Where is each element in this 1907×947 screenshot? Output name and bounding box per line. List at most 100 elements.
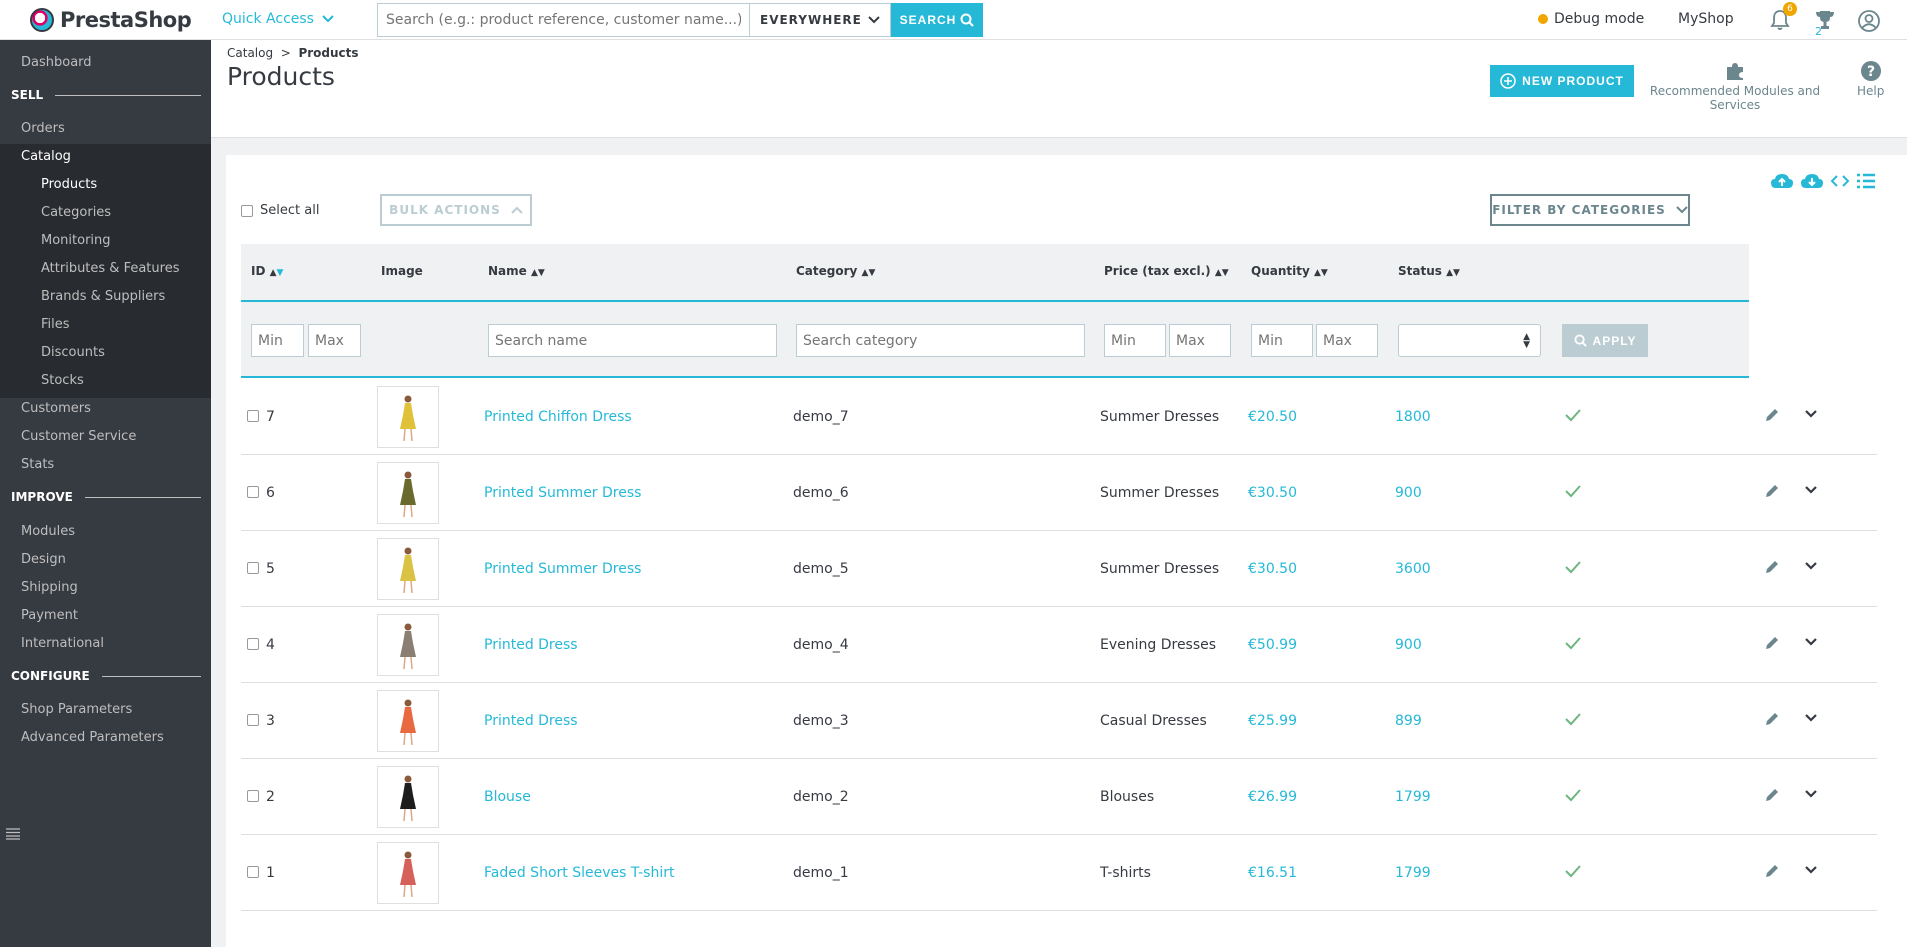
select-all-checkbox[interactable]	[241, 204, 253, 217]
sidebar-item-shipping[interactable]: Shipping	[21, 580, 78, 595]
product-thumbnail[interactable]	[377, 538, 439, 600]
product-name-link[interactable]: Blouse	[484, 789, 531, 805]
bulk-actions-button[interactable]: BULK ACTIONS	[380, 194, 532, 226]
price-max-input[interactable]	[1169, 324, 1231, 357]
status-enabled-icon[interactable]	[1563, 861, 1583, 881]
code-icon[interactable]	[1830, 172, 1850, 190]
product-price[interactable]: €30.50	[1248, 561, 1297, 577]
product-thumbnail[interactable]	[377, 386, 439, 448]
product-price[interactable]: €26.99	[1248, 789, 1297, 805]
sidebar-subitem-attributes[interactable]: Attributes & Features	[41, 261, 179, 276]
status-filter-select[interactable]: ▲ ▼	[1398, 324, 1541, 357]
sort-icon[interactable]: ▲▼	[862, 268, 876, 278]
search-scope-select[interactable]: EVERYWHERE	[749, 3, 891, 37]
edit-pencil-icon[interactable]	[1764, 483, 1780, 499]
search-button[interactable]: SEARCH	[891, 3, 983, 37]
edit-pencil-icon[interactable]	[1764, 407, 1780, 423]
sidebar-item-customer-service[interactable]: Customer Service	[21, 429, 136, 444]
sidebar-subitem-stocks[interactable]: Stocks	[41, 373, 84, 388]
product-thumbnail[interactable]	[377, 766, 439, 828]
chevron-down-icon[interactable]	[1804, 561, 1818, 571]
new-product-button[interactable]: NEW PRODUCT	[1490, 65, 1634, 97]
column-category[interactable]: Category ▲▼	[796, 264, 875, 278]
sort-icon[interactable]: ▲▼	[1215, 268, 1229, 278]
row-checkbox[interactable]	[247, 410, 259, 422]
product-quantity[interactable]: 899	[1395, 713, 1422, 729]
product-thumbnail[interactable]	[377, 462, 439, 524]
column-id[interactable]: ID ▲▼	[251, 264, 283, 278]
product-quantity[interactable]: 900	[1395, 637, 1422, 653]
apply-filters-button[interactable]: APPLY	[1562, 324, 1648, 357]
chevron-down-icon[interactable]	[1804, 865, 1818, 875]
status-enabled-icon[interactable]	[1563, 709, 1583, 729]
row-checkbox[interactable]	[247, 486, 259, 498]
sidebar-subitem-products[interactable]: Products	[41, 177, 97, 192]
product-quantity[interactable]: 1800	[1395, 409, 1431, 425]
row-checkbox[interactable]	[247, 866, 259, 878]
sidebar-item-stats[interactable]: Stats	[21, 457, 54, 472]
id-min-input[interactable]	[251, 324, 304, 357]
sidebar-item-dashboard[interactable]: Dashboard	[21, 55, 92, 70]
debug-mode-indicator[interactable]: Debug mode	[1538, 11, 1644, 27]
menu-collapse-icon[interactable]	[6, 828, 20, 840]
filter-by-categories-button[interactable]: FILTER BY CATEGORIES	[1490, 194, 1690, 226]
edit-pencil-icon[interactable]	[1764, 711, 1780, 727]
product-name-link[interactable]: Printed Chiffon Dress	[484, 409, 632, 425]
row-checkbox[interactable]	[247, 562, 259, 574]
sidebar-item-catalog[interactable]: Catalog	[21, 149, 71, 164]
category-search-input[interactable]	[796, 324, 1085, 357]
chevron-down-icon[interactable]	[1804, 485, 1818, 495]
status-enabled-icon[interactable]	[1563, 557, 1583, 577]
search-input[interactable]	[377, 3, 749, 37]
product-name-link[interactable]: Printed Dress	[484, 713, 578, 729]
column-name[interactable]: Name ▲▼	[488, 264, 545, 278]
column-status[interactable]: Status ▲▼	[1398, 264, 1460, 278]
product-thumbnail[interactable]	[377, 690, 439, 752]
edit-pencil-icon[interactable]	[1764, 787, 1780, 803]
product-name-link[interactable]: Printed Summer Dress	[484, 485, 641, 501]
product-name-link[interactable]: Faded Short Sleeves T-shirt	[484, 865, 674, 881]
sort-icon[interactable]: ▲▼	[270, 268, 284, 278]
status-enabled-icon[interactable]	[1563, 405, 1583, 425]
sidebar-subitem-brands[interactable]: Brands & Suppliers	[41, 289, 165, 304]
chevron-down-icon[interactable]	[1804, 409, 1818, 419]
column-price[interactable]: Price (tax excl.) ▲▼	[1104, 264, 1229, 278]
product-quantity[interactable]: 900	[1395, 485, 1422, 501]
product-price[interactable]: €50.99	[1248, 637, 1297, 653]
list-settings-icon[interactable]	[1856, 172, 1876, 190]
sidebar-item-advanced-parameters[interactable]: Advanced Parameters	[21, 730, 164, 745]
cloud-download-icon[interactable]	[1800, 172, 1824, 190]
product-name-link[interactable]: Printed Summer Dress	[484, 561, 641, 577]
name-search-input[interactable]	[488, 324, 777, 357]
chevron-down-icon[interactable]	[1804, 637, 1818, 647]
edit-pencil-icon[interactable]	[1764, 559, 1780, 575]
sidebar-item-orders[interactable]: Orders	[21, 121, 65, 136]
product-quantity[interactable]: 1799	[1395, 789, 1431, 805]
row-checkbox[interactable]	[247, 790, 259, 802]
sidebar-subitem-categories[interactable]: Categories	[41, 205, 111, 220]
row-checkbox[interactable]	[247, 714, 259, 726]
id-max-input[interactable]	[308, 324, 361, 357]
sort-icon[interactable]: ▲▼	[1446, 268, 1460, 278]
cloud-upload-icon[interactable]	[1770, 172, 1794, 190]
sort-icon[interactable]: ▲▼	[1314, 268, 1328, 278]
select-all[interactable]: Select all	[241, 203, 319, 218]
shop-name-link[interactable]: MyShop	[1678, 11, 1734, 27]
status-enabled-icon[interactable]	[1563, 481, 1583, 501]
sidebar-subitem-files[interactable]: Files	[41, 317, 70, 332]
sidebar-item-design[interactable]: Design	[21, 552, 66, 567]
product-thumbnail[interactable]	[377, 614, 439, 676]
product-name-link[interactable]: Printed Dress	[484, 637, 578, 653]
row-checkbox[interactable]	[247, 638, 259, 650]
prestashop-logo[interactable]: PrestaShop	[30, 8, 192, 32]
sidebar-item-payment[interactable]: Payment	[21, 608, 78, 623]
product-price[interactable]: €20.50	[1248, 409, 1297, 425]
product-quantity[interactable]: 1799	[1395, 865, 1431, 881]
help-link[interactable]: ? Help	[1857, 60, 1884, 98]
status-enabled-icon[interactable]	[1563, 633, 1583, 653]
sidebar-item-shop-parameters[interactable]: Shop Parameters	[21, 702, 132, 717]
sidebar-item-international[interactable]: International	[21, 636, 104, 651]
product-price[interactable]: €16.51	[1248, 865, 1297, 881]
breadcrumb-catalog[interactable]: Catalog	[227, 46, 273, 60]
edit-pencil-icon[interactable]	[1764, 863, 1780, 879]
